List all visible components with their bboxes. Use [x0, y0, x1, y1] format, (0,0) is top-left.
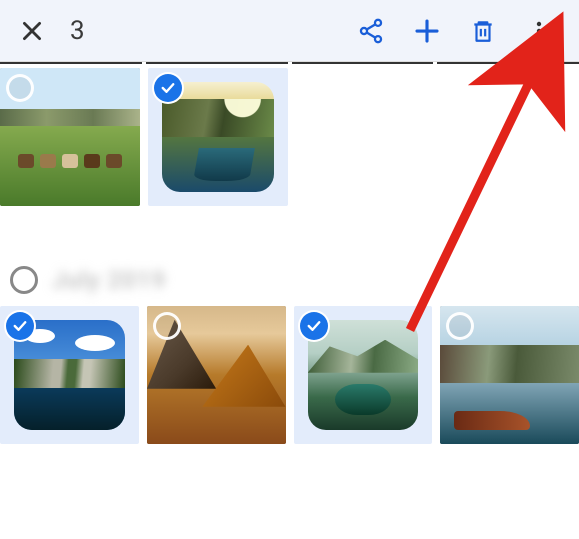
- share-icon: [357, 17, 385, 45]
- more-vert-icon: [527, 19, 551, 43]
- selection-check-icon[interactable]: [6, 312, 34, 340]
- date-section-header[interactable]: July 2019: [0, 206, 579, 304]
- photo-row-1: [0, 64, 579, 206]
- selection-check-icon[interactable]: [300, 312, 328, 340]
- add-button[interactable]: [399, 3, 455, 59]
- more-button[interactable]: [511, 3, 567, 59]
- trash-icon: [470, 18, 496, 44]
- photo-row-2: [0, 304, 579, 444]
- photo-item[interactable]: [440, 306, 579, 444]
- selection-check-icon[interactable]: [154, 74, 182, 102]
- selection-ring-icon[interactable]: [6, 74, 34, 102]
- selection-header: 3: [0, 0, 579, 62]
- photo-item[interactable]: [148, 68, 288, 206]
- close-icon: [19, 18, 45, 44]
- photo-item[interactable]: [294, 306, 433, 444]
- date-label: July 2019: [52, 266, 166, 294]
- selection-ring-icon[interactable]: [153, 312, 181, 340]
- delete-button[interactable]: [455, 3, 511, 59]
- selection-count: 3: [70, 16, 343, 46]
- photo-item[interactable]: [147, 306, 286, 444]
- select-all-ring-icon[interactable]: [10, 266, 38, 294]
- photo-item[interactable]: [0, 306, 139, 444]
- photo-item[interactable]: [0, 68, 140, 206]
- plus-icon: [412, 16, 442, 46]
- share-button[interactable]: [343, 3, 399, 59]
- close-button[interactable]: [12, 18, 52, 44]
- header-actions: [343, 3, 567, 59]
